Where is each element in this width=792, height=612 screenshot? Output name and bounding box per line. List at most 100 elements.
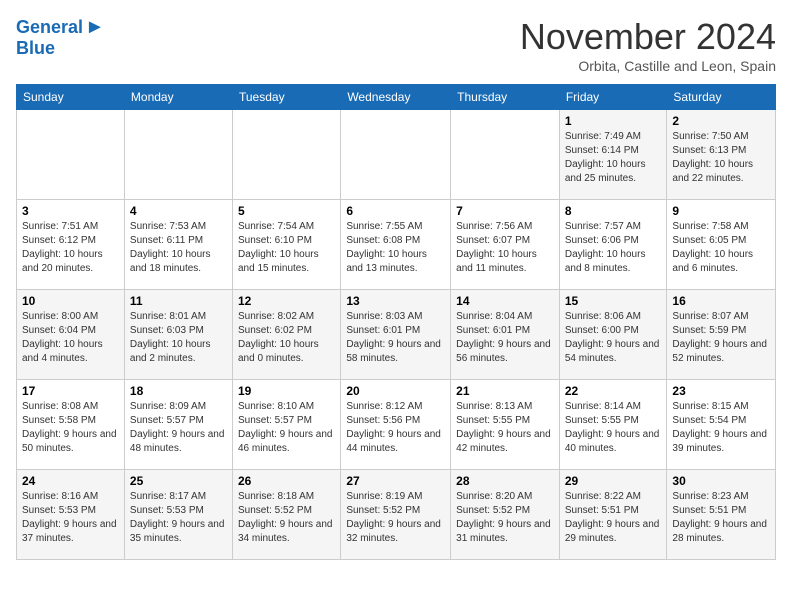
day-info: Sunrise: 8:04 AM Sunset: 6:01 PM Dayligh… <box>456 310 554 366</box>
week-row-0: 1Sunrise: 7:49 AM Sunset: 6:14 PM Daylig… <box>17 110 776 200</box>
calendar-cell: 1Sunrise: 7:49 AM Sunset: 6:14 PM Daylig… <box>559 110 667 200</box>
day-info: Sunrise: 8:06 AM Sunset: 6:00 PM Dayligh… <box>565 310 662 366</box>
day-info: Sunrise: 7:54 AM Sunset: 6:10 PM Dayligh… <box>238 220 335 276</box>
day-info: Sunrise: 8:14 AM Sunset: 5:55 PM Dayligh… <box>565 400 662 456</box>
day-number: 14 <box>456 294 554 308</box>
week-row-3: 17Sunrise: 8:08 AM Sunset: 5:58 PM Dayli… <box>17 380 776 470</box>
header-day-monday: Monday <box>124 85 232 110</box>
calendar-cell: 13Sunrise: 8:03 AM Sunset: 6:01 PM Dayli… <box>341 290 451 380</box>
calendar-cell: 3 Sunrise: 7:51 AM Sunset: 6:12 PM Daylig… <box>17 200 125 290</box>
day-info: Sunrise: 8:20 AM Sunset: 5:52 PM Dayligh… <box>456 490 554 546</box>
calendar-cell <box>232 110 340 200</box>
calendar-table: SundayMondayTuesdayWednesdayThursdayFrid… <box>16 84 776 560</box>
calendar-cell: 15 Sunrise: 8:06 AM Sunset: 6:00 PM Dayli… <box>559 290 667 380</box>
month-title: November 2024 <box>520 16 776 58</box>
week-row-2: 10Sunrise: 8:00 AM Sunset: 6:04 PM Dayli… <box>17 290 776 380</box>
day-number: 16 <box>672 294 770 308</box>
day-info: Sunrise: 8:12 AM Sunset: 5:56 PM Dayligh… <box>346 400 445 456</box>
day-number: 7 <box>456 204 554 218</box>
day-info: Sunrise: 7:56 AM Sunset: 6:07 PM Dayligh… <box>456 220 554 276</box>
calendar-body: 1Sunrise: 7:49 AM Sunset: 6:14 PM Daylig… <box>17 110 776 560</box>
calendar-cell: 28 Sunrise: 8:20 AM Sunset: 5:52 PM Dayli… <box>451 470 560 560</box>
day-number: 9 <box>672 204 770 218</box>
day-info: Sunrise: 8:03 AM Sunset: 6:01 PM Dayligh… <box>346 310 445 366</box>
header-day-sunday: Sunday <box>17 85 125 110</box>
day-number: 29 <box>565 474 662 488</box>
day-info: Sunrise: 7:57 AM Sunset: 6:06 PM Dayligh… <box>565 220 662 276</box>
day-number: 21 <box>456 384 554 398</box>
header-row: SundayMondayTuesdayWednesdayThursdayFrid… <box>17 85 776 110</box>
calendar-cell: 11 Sunrise: 8:01 AM Sunset: 6:03 PM Dayli… <box>124 290 232 380</box>
calendar-cell: 12 Sunrise: 8:02 AM Sunset: 6:02 PM Dayli… <box>232 290 340 380</box>
day-number: 26 <box>238 474 335 488</box>
day-number: 11 <box>130 294 227 308</box>
calendar-cell <box>341 110 451 200</box>
day-info: Sunrise: 7:50 AM Sunset: 6:13 PM Dayligh… <box>672 130 770 186</box>
calendar-cell: 19Sunrise: 8:10 AM Sunset: 5:57 PM Dayli… <box>232 380 340 470</box>
day-info: Sunrise: 7:51 AM Sunset: 6:12 PM Dayligh… <box>22 220 119 276</box>
day-info: Sunrise: 8:16 AM Sunset: 5:53 PM Dayligh… <box>22 490 119 546</box>
day-info: Sunrise: 7:53 AM Sunset: 6:11 PM Dayligh… <box>130 220 227 276</box>
header-day-thursday: Thursday <box>451 85 560 110</box>
calendar-cell: 18 Sunrise: 8:09 AM Sunset: 5:57 PM Dayli… <box>124 380 232 470</box>
day-number: 4 <box>130 204 227 218</box>
page-header: General ► Blue November 2024 Orbita, Cas… <box>16 16 776 74</box>
day-info: Sunrise: 7:58 AM Sunset: 6:05 PM Dayligh… <box>672 220 770 276</box>
day-number: 3 <box>22 204 119 218</box>
day-info: Sunrise: 8:23 AM Sunset: 5:51 PM Dayligh… <box>672 490 770 546</box>
calendar-cell: 10Sunrise: 8:00 AM Sunset: 6:04 PM Dayli… <box>17 290 125 380</box>
calendar-cell <box>124 110 232 200</box>
day-number: 6 <box>346 204 445 218</box>
logo-general: General <box>16 18 83 38</box>
day-number: 15 <box>565 294 662 308</box>
day-number: 30 <box>672 474 770 488</box>
calendar-cell: 24 Sunrise: 8:16 AM Sunset: 5:53 PM Dayli… <box>17 470 125 560</box>
day-info: Sunrise: 8:01 AM Sunset: 6:03 PM Dayligh… <box>130 310 227 366</box>
calendar-cell: 6 Sunrise: 7:55 AM Sunset: 6:08 PM Daylig… <box>341 200 451 290</box>
logo: General ► Blue <box>16 16 105 59</box>
day-number: 23 <box>672 384 770 398</box>
calendar-cell: 21Sunrise: 8:13 AM Sunset: 5:55 PM Dayli… <box>451 380 560 470</box>
header-day-saturday: Saturday <box>667 85 776 110</box>
header-day-tuesday: Tuesday <box>232 85 340 110</box>
calendar-cell: 25 Sunrise: 8:17 AM Sunset: 5:53 PM Dayli… <box>124 470 232 560</box>
calendar-cell: 29 Sunrise: 8:22 AM Sunset: 5:51 PM Dayli… <box>559 470 667 560</box>
day-info: Sunrise: 8:19 AM Sunset: 5:52 PM Dayligh… <box>346 490 445 546</box>
calendar-cell <box>451 110 560 200</box>
calendar-cell: 26 Sunrise: 8:18 AM Sunset: 5:52 PM Dayli… <box>232 470 340 560</box>
calendar-cell: 4 Sunrise: 7:53 AM Sunset: 6:11 PM Daylig… <box>124 200 232 290</box>
logo-arrow-icon: ► <box>85 16 105 39</box>
calendar-cell: 7 Sunrise: 7:56 AM Sunset: 6:07 PM Daylig… <box>451 200 560 290</box>
day-info: Sunrise: 7:55 AM Sunset: 6:08 PM Dayligh… <box>346 220 445 276</box>
day-info: Sunrise: 8:22 AM Sunset: 5:51 PM Dayligh… <box>565 490 662 546</box>
day-number: 20 <box>346 384 445 398</box>
day-number: 10 <box>22 294 119 308</box>
calendar-cell: 16Sunrise: 8:07 AM Sunset: 5:59 PM Dayli… <box>667 290 776 380</box>
day-number: 24 <box>22 474 119 488</box>
calendar-cell: 9 Sunrise: 7:58 AM Sunset: 6:05 PM Daylig… <box>667 200 776 290</box>
calendar-cell: 8 Sunrise: 7:57 AM Sunset: 6:06 PM Daylig… <box>559 200 667 290</box>
header-day-wednesday: Wednesday <box>341 85 451 110</box>
calendar-cell: 20 Sunrise: 8:12 AM Sunset: 5:56 PM Dayli… <box>341 380 451 470</box>
calendar-cell <box>17 110 125 200</box>
calendar-cell: 30 Sunrise: 8:23 AM Sunset: 5:51 PM Dayli… <box>667 470 776 560</box>
day-number: 8 <box>565 204 662 218</box>
day-info: Sunrise: 8:18 AM Sunset: 5:52 PM Dayligh… <box>238 490 335 546</box>
day-number: 17 <box>22 384 119 398</box>
logo-blue: Blue <box>16 39 55 59</box>
day-number: 1 <box>565 114 662 128</box>
location-title: Orbita, Castille and Leon, Spain <box>520 58 776 74</box>
week-row-4: 24 Sunrise: 8:16 AM Sunset: 5:53 PM Dayli… <box>17 470 776 560</box>
day-info: Sunrise: 8:09 AM Sunset: 5:57 PM Dayligh… <box>130 400 227 456</box>
day-number: 28 <box>456 474 554 488</box>
calendar-cell: 27 Sunrise: 8:19 AM Sunset: 5:52 PM Dayli… <box>341 470 451 560</box>
title-area: November 2024 Orbita, Castille and Leon,… <box>520 16 776 74</box>
day-number: 25 <box>130 474 227 488</box>
day-number: 27 <box>346 474 445 488</box>
day-number: 12 <box>238 294 335 308</box>
day-info: Sunrise: 8:02 AM Sunset: 6:02 PM Dayligh… <box>238 310 335 366</box>
calendar-cell: 23Sunrise: 8:15 AM Sunset: 5:54 PM Dayli… <box>667 380 776 470</box>
day-info: Sunrise: 8:17 AM Sunset: 5:53 PM Dayligh… <box>130 490 227 546</box>
day-number: 22 <box>565 384 662 398</box>
day-number: 18 <box>130 384 227 398</box>
